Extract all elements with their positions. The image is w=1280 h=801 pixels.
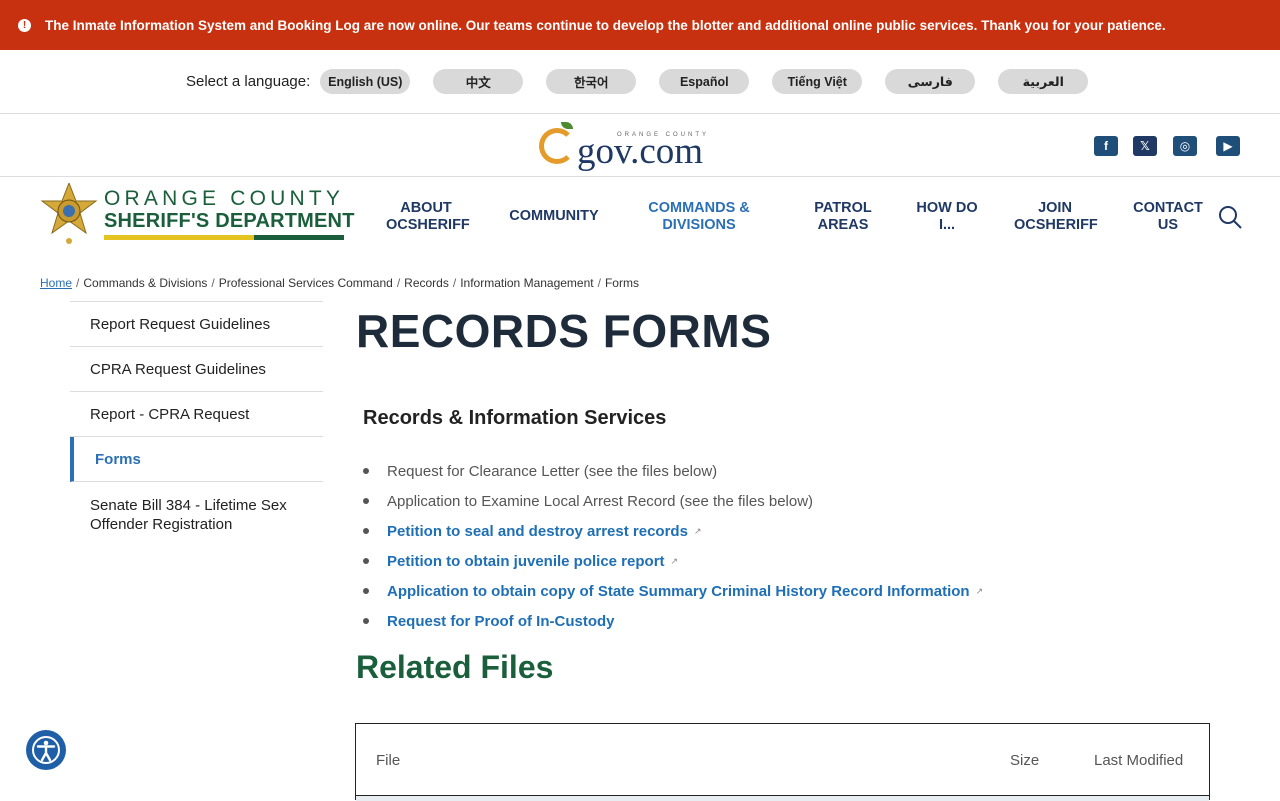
nav-howdoi-label: HOW DO xyxy=(916,200,978,216)
sheriff-badge-icon[interactable] xyxy=(40,183,98,245)
external-link-icon: ↗ xyxy=(670,555,679,566)
forms-list: Request for Clearance Letter (see the fi… xyxy=(363,456,983,636)
external-link-icon: ↗ xyxy=(693,525,702,536)
link-state-summary-record[interactable]: Application to obtain copy of State Summ… xyxy=(387,583,970,600)
page-title: RECORDS FORMS xyxy=(356,305,772,357)
lang-farsi-button[interactable]: فارسی xyxy=(885,69,976,94)
column-header-last-modified[interactable]: Last Modified xyxy=(1094,752,1183,769)
sidebar-item-senate-bill-384[interactable]: Senate Bill 384 - Lifetime Sex Offender … xyxy=(70,482,323,550)
nav-about[interactable]: ABOUT OCSHERIFF xyxy=(386,200,470,234)
nav-join-label: JOIN xyxy=(1038,200,1072,216)
breadcrumb: Home / Commands & Divisions / Professional S… xyxy=(40,276,639,290)
list-item: Request for Clearance Letter (see the fi… xyxy=(363,456,983,486)
list-item: Petition to seal and destroy arrest reco… xyxy=(363,516,983,546)
nav-contact-label: CONTACT xyxy=(1133,200,1203,216)
section-heading: Records & Information Services xyxy=(363,407,667,429)
nav-contact-label2: US xyxy=(1157,217,1179,233)
list-item: Petition to obtain juvenile police repor… xyxy=(363,546,983,576)
nav-commands-label2: DIVISIONS xyxy=(662,217,736,233)
facebook-icon[interactable]: f xyxy=(1094,136,1118,156)
main-navigation: ORANGE COUNTY SHERIFF'S DEPARTMENT ABOUT… xyxy=(0,177,1280,277)
sidebar-item-report-request-guidelines[interactable]: Report Request Guidelines xyxy=(70,302,323,347)
nav-commands-divisions[interactable]: COMMANDS & DIVISIONS xyxy=(648,200,750,234)
external-link-icon: ↗ xyxy=(975,585,984,596)
breadcrumb-forms: Forms xyxy=(604,276,639,290)
nav-howdoi-label2: I... xyxy=(938,217,956,233)
ocgov-logo[interactable]: ORANGE COUNTY gov.com xyxy=(539,122,743,172)
accessibility-icon xyxy=(32,736,60,764)
link-petition-juvenile-report[interactable]: Petition to obtain juvenile police repor… xyxy=(387,553,665,570)
form-clearance-letter: Request for Clearance Letter (see the fi… xyxy=(387,462,718,480)
breadcrumb-information-management[interactable]: Information Management xyxy=(460,276,593,290)
nav-commands-label: COMMANDS & xyxy=(648,200,750,216)
nav-about-label: ABOUT xyxy=(400,200,452,216)
alert-text: The Inmate Information System and Bookin… xyxy=(45,17,1166,33)
nav-patrol-label2: AREAS xyxy=(817,217,869,233)
ocgov-leaf-icon xyxy=(561,122,573,129)
nav-community[interactable]: COMMUNITY xyxy=(508,208,600,225)
column-header-size[interactable]: Size xyxy=(1010,752,1039,769)
list-item: Application to Examine Local Arrest Reco… xyxy=(363,486,983,516)
list-item: Request for Proof of In-Custody xyxy=(363,606,983,636)
county-header: ORANGE COUNTY gov.com f 𝕏 ◎ ▶ xyxy=(0,114,1280,177)
sidebar-item-forms[interactable]: Forms xyxy=(70,437,323,482)
dept-name-line2: SHERIFF'S DEPARTMENT xyxy=(104,210,355,232)
lang-english-button[interactable]: English (US) xyxy=(320,69,411,94)
nav-join[interactable]: JOIN OCSHERIFF xyxy=(1014,200,1098,234)
accessibility-button[interactable] xyxy=(26,730,66,770)
instagram-icon[interactable]: ◎ xyxy=(1173,136,1197,156)
sidebar-item-report-cpra-request[interactable]: Report - CPRA Request xyxy=(70,392,323,437)
column-header-file[interactable]: File xyxy=(376,752,400,769)
lang-chinese-button[interactable]: 中文 xyxy=(433,69,524,94)
sidebar-nav: Report Request Guidelines CPRA Request G… xyxy=(70,301,323,550)
dept-underline xyxy=(104,235,344,240)
breadcrumb-professional-services[interactable]: Professional Services Command xyxy=(219,276,393,290)
lang-korean-button[interactable]: 한국어 xyxy=(546,69,637,94)
related-files-table: File Size Last Modified xyxy=(355,723,1210,801)
lang-vietnamese-button[interactable]: Tiếng Việt xyxy=(772,69,863,94)
link-proof-in-custody[interactable]: Request for Proof of In-Custody xyxy=(387,613,615,630)
breadcrumb-commands[interactable]: Commands & Divisions xyxy=(83,276,207,290)
search-icon[interactable] xyxy=(1218,205,1242,229)
nav-patrol-label: PATROL xyxy=(814,200,872,216)
dept-name-line1: ORANGE COUNTY xyxy=(104,187,345,210)
nav-how-do-i[interactable]: HOW DO I... xyxy=(914,200,980,234)
breadcrumb-home[interactable]: Home xyxy=(40,276,72,290)
youtube-icon[interactable]: ▶ xyxy=(1216,136,1240,156)
link-petition-seal-records[interactable]: Petition to seal and destroy arrest reco… xyxy=(387,523,688,540)
x-icon[interactable]: 𝕏 xyxy=(1133,136,1157,156)
table-row xyxy=(356,795,1209,801)
alert-icon: ! xyxy=(18,18,31,32)
list-item: Application to obtain copy of State Summ… xyxy=(363,576,983,606)
alert-banner: ! The Inmate Information System and Book… xyxy=(0,0,1280,50)
nav-about-label2: OCSHERIFF xyxy=(386,217,470,233)
language-label: Select a language: xyxy=(186,73,311,90)
ocgov-orange-icon xyxy=(539,128,575,164)
breadcrumb-records[interactable]: Records xyxy=(404,276,449,290)
form-examine-arrest-record: Application to Examine Local Arrest Reco… xyxy=(387,492,814,510)
lang-arabic-button[interactable]: العربية xyxy=(998,69,1089,94)
related-files-heading: Related Files xyxy=(356,649,554,685)
sidebar-item-cpra-guidelines[interactable]: CPRA Request Guidelines xyxy=(70,347,323,392)
nav-join-label2: OCSHERIFF xyxy=(1014,217,1098,233)
language-bar: Select a language: English (US) 中文 한국어 E… xyxy=(0,50,1280,114)
nav-community-label: COMMUNITY xyxy=(509,208,599,224)
lang-spanish-button[interactable]: Español xyxy=(659,69,750,94)
ocgov-logo-text: gov.com xyxy=(577,131,704,172)
nav-contact[interactable]: CONTACT US xyxy=(1132,200,1204,234)
nav-patrol-areas[interactable]: PATROL AREAS xyxy=(812,200,874,234)
